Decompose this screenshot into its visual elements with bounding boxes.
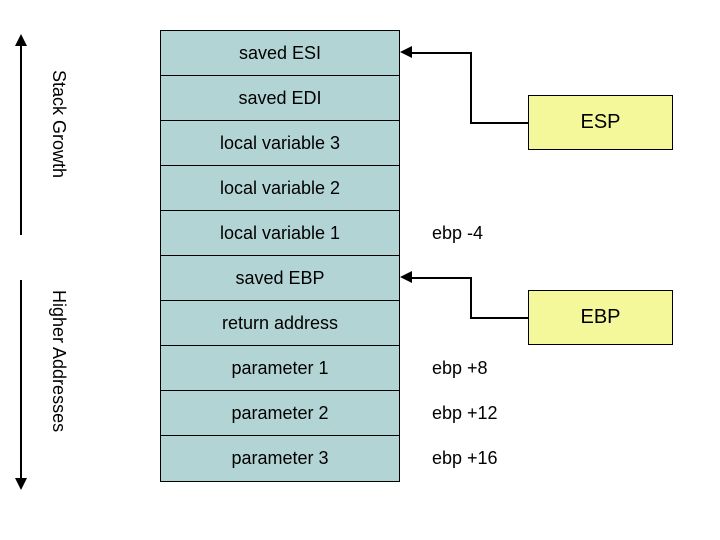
stack-cell-saved-esi: saved ESI (161, 31, 399, 76)
stack-cell-local3: local variable 3 (161, 121, 399, 166)
offset-param2: ebp +12 (432, 403, 498, 424)
stack-cell-param3: parameter 3 (161, 436, 399, 481)
stack-cell-param2: parameter 2 (161, 391, 399, 436)
esp-connector-v (470, 52, 472, 124)
stack-cell-param1: parameter 1 (161, 346, 399, 391)
offset-param1: ebp +8 (432, 358, 488, 379)
growth-arrowhead-icon (15, 34, 27, 46)
stack-cell-local1: local variable 1 (161, 211, 399, 256)
esp-connector-h (470, 122, 528, 124)
ebp-arrowhead-icon (400, 271, 412, 283)
ebp-connector-h (470, 317, 528, 319)
stack-frame: saved ESI saved EDI local variable 3 loc… (160, 30, 400, 482)
offset-local1: ebp -4 (432, 223, 483, 244)
ebp-connector-v (470, 277, 472, 319)
stack-cell-saved-edi: saved EDI (161, 76, 399, 121)
higher-arrowhead-icon (15, 478, 27, 490)
higher-arrow-line (20, 280, 22, 480)
stack-growth-label: Stack Growth (48, 70, 69, 178)
ebp-box: EBP (528, 290, 673, 345)
stack-cell-saved-ebp: saved EBP (161, 256, 399, 301)
growth-arrow-line (20, 45, 22, 235)
esp-arrowhead-icon (400, 46, 412, 58)
stack-cell-return-addr: return address (161, 301, 399, 346)
ebp-connector-h2 (412, 277, 472, 279)
esp-box: ESP (528, 95, 673, 150)
offset-param3: ebp +16 (432, 448, 498, 469)
stack-cell-local2: local variable 2 (161, 166, 399, 211)
higher-addresses-label: Higher Addresses (48, 290, 69, 432)
esp-connector-h2 (412, 52, 472, 54)
